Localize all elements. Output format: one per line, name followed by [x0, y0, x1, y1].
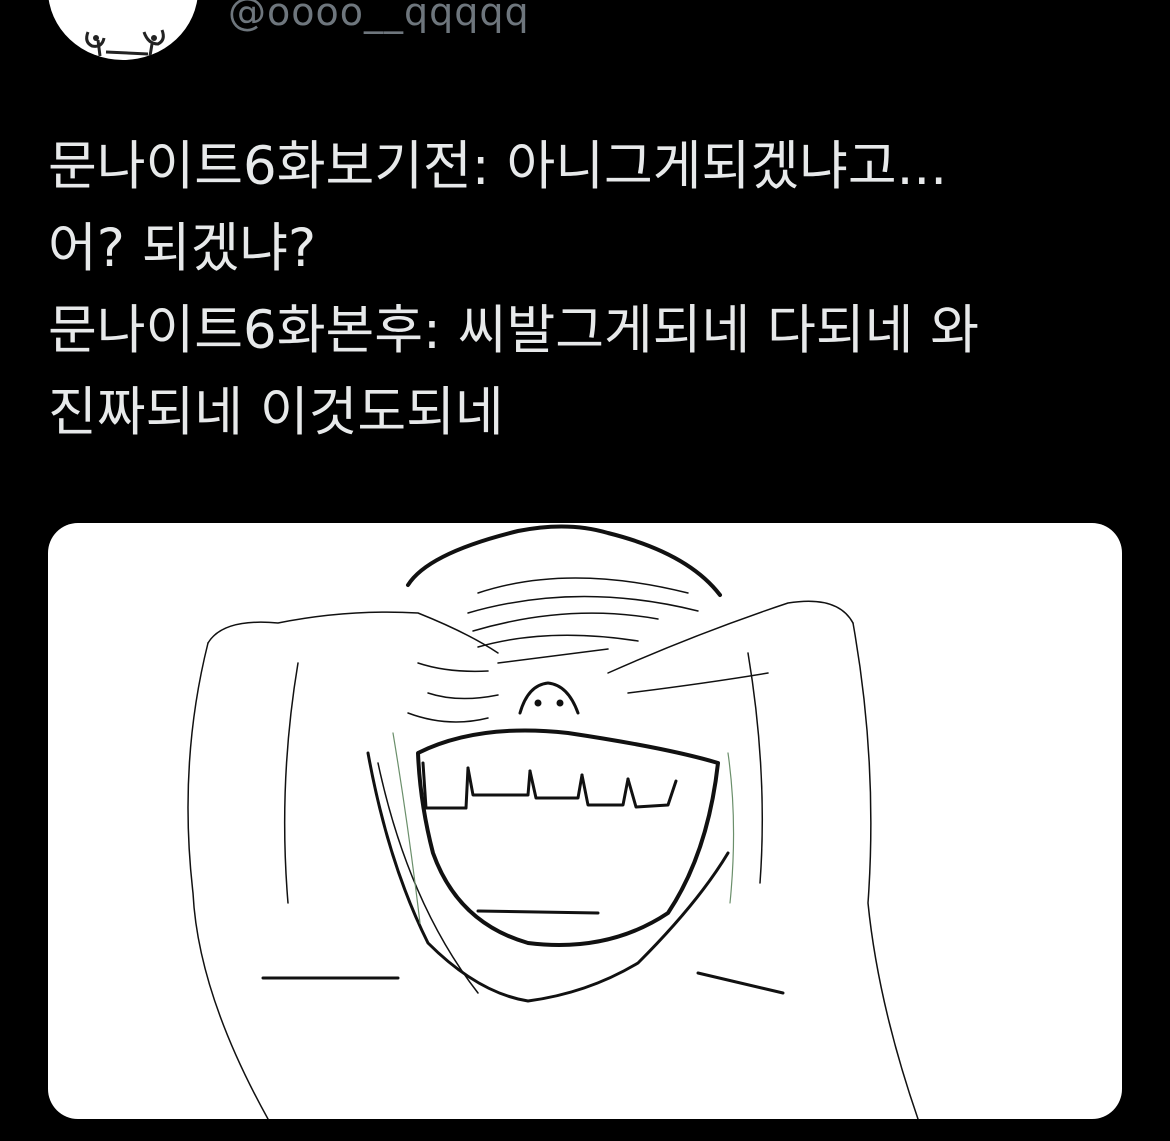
author-handle[interactable]: @oooo__qqqqq	[228, 0, 530, 34]
tweet-header: @oooo__qqqqq	[0, 0, 1170, 70]
doodle-face-icon	[85, 29, 165, 57]
tweet-text-line: 문나이트6화보기전: 아니그게되겠냐고...	[48, 136, 948, 197]
meme-face-image	[187, 524, 919, 1119]
tweet: @oooo__qqqqq 문나이트6화보기전: 아니그게되겠냐고... 어? 되…	[0, 0, 1170, 1141]
avatar[interactable]	[48, 0, 198, 60]
tweet-text-line: 어? 되겠냐?	[48, 218, 317, 279]
tweet-text-line: 진짜되네 이것도되네	[48, 382, 504, 443]
tweet-text: 문나이트6화보기전: 아니그게되겠냐고... 어? 되겠냐? 문나이트6화본후:…	[48, 126, 1128, 454]
tweet-media[interactable]	[48, 523, 1122, 1119]
tweet-text-line: 문나이트6화본후: 씨발그게되네 다되네 와	[48, 300, 980, 361]
